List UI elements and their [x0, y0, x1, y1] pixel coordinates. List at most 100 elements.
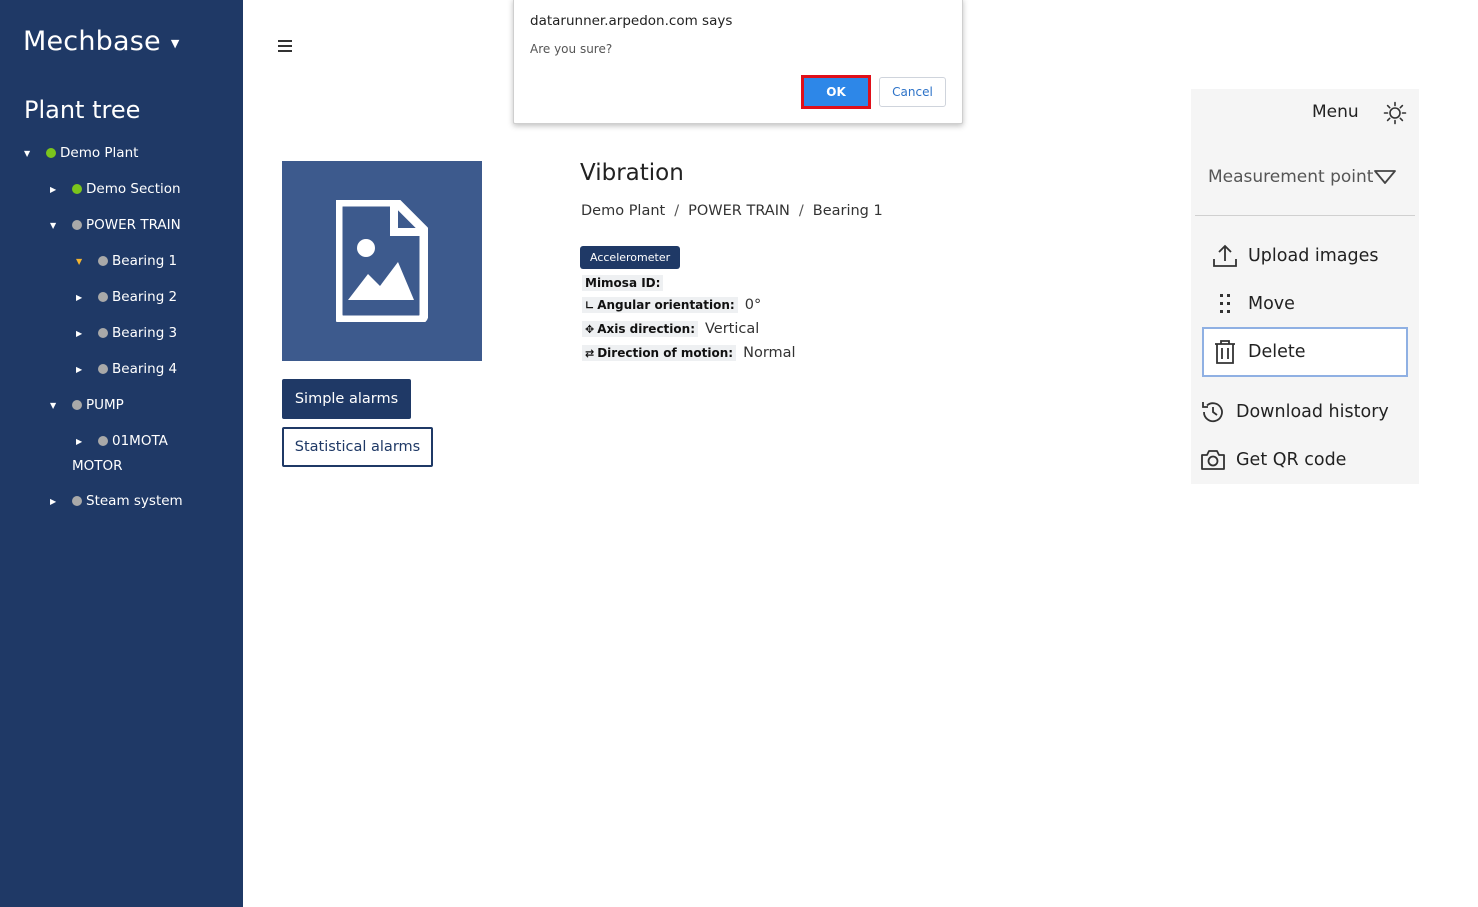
- tree-node-label: Steam system: [86, 493, 183, 509]
- prop-axis-direction: ✥ Axis direction: Vertical: [582, 321, 759, 337]
- brand-dropdown[interactable]: Mechbase ▼: [23, 26, 180, 57]
- hamburger-menu-icon[interactable]: [278, 40, 292, 52]
- caret-down-icon[interactable]: ▼: [24, 149, 38, 158]
- tree-node-bearing-4[interactable]: ▶ Bearing 4: [76, 361, 177, 377]
- menu-item-label: Get QR code: [1236, 450, 1347, 470]
- camera-icon: [1200, 447, 1226, 473]
- tree-node-pump[interactable]: ▼ PUMP: [50, 397, 124, 413]
- caret-right-icon[interactable]: ▶: [50, 185, 64, 194]
- angle-icon: ∟: [585, 298, 595, 312]
- tree-node-01mota[interactable]: ▶ 01MOTA: [76, 433, 168, 449]
- tree-title: Plant tree: [24, 96, 141, 124]
- tree-node-bearing-3[interactable]: ▶ Bearing 3: [76, 325, 177, 341]
- measurement-point-dropdown[interactable]: Measurement point: [1208, 167, 1397, 187]
- tree-node-label: Bearing 2: [112, 289, 178, 305]
- confirm-dialog: datarunner.arpedon.com says Are you sure…: [513, 0, 963, 124]
- tree-node-label: Bearing 4: [112, 361, 178, 377]
- prop-direction-of-motion: ⇄ Direction of motion: Normal: [582, 345, 796, 361]
- tree-node-demo-section[interactable]: ▶ Demo Section: [50, 181, 181, 197]
- arrows-cross-icon: ✥: [585, 322, 595, 336]
- statistical-alarms-button[interactable]: Statistical alarms: [282, 427, 433, 467]
- dropdown-label: Measurement point: [1208, 167, 1374, 187]
- status-dot-icon: [98, 436, 108, 446]
- simple-alarms-button[interactable]: Simple alarms: [282, 379, 411, 419]
- sensor-type-badge: Accelerometer: [580, 246, 681, 269]
- triangle-down-icon: [1374, 170, 1397, 184]
- prop-key: ⇄ Direction of motion:: [582, 345, 737, 361]
- caret-down-icon[interactable]: ▼: [50, 401, 64, 410]
- trash-icon: [1212, 339, 1238, 365]
- status-dot-icon: [72, 220, 82, 230]
- image-file-icon: [336, 200, 428, 322]
- tree-node-motor[interactable]: MOTOR: [72, 458, 123, 474]
- breadcrumb: Demo Plant / POWER TRAIN / Bearing 1: [581, 203, 883, 219]
- menu-item-label: Download history: [1236, 402, 1389, 422]
- side-menu-panel: Menu Measurement point Upload images Mov…: [1191, 89, 1419, 484]
- upload-images-item[interactable]: Upload images: [1212, 243, 1379, 269]
- breadcrumb-item[interactable]: Bearing 1: [813, 203, 883, 219]
- caret-right-icon[interactable]: ▶: [76, 293, 90, 302]
- move-item[interactable]: Move: [1212, 291, 1295, 317]
- get-qr-code-item[interactable]: Get QR code: [1200, 447, 1346, 473]
- menu-item-label: Upload images: [1248, 246, 1379, 266]
- upload-icon: [1212, 243, 1238, 269]
- tree-node-label: Demo Plant: [60, 145, 139, 161]
- sun-icon[interactable]: [1383, 101, 1407, 125]
- tree-node-label: PUMP: [86, 397, 124, 413]
- tree-node-bearing-1[interactable]: ▼ Bearing 1: [76, 253, 177, 269]
- tree-node-demo-plant[interactable]: ▼ Demo Plant: [24, 145, 138, 161]
- sidebar: Mechbase ▼ Plant tree ▼ Demo Plant ▶ Dem…: [0, 0, 243, 907]
- caret-right-icon[interactable]: ▶: [76, 365, 90, 374]
- tree-node-label: Bearing 1: [112, 253, 178, 269]
- menu-item-label: Delete: [1248, 342, 1306, 362]
- breadcrumb-item[interactable]: Demo Plant: [581, 203, 665, 219]
- tree-node-power-train[interactable]: ▼ POWER TRAIN: [50, 217, 181, 233]
- divider: [1195, 215, 1415, 216]
- prop-value: Normal: [743, 345, 796, 361]
- caret-right-icon[interactable]: ▶: [50, 497, 64, 506]
- cancel-button[interactable]: Cancel: [879, 77, 946, 107]
- caret-right-icon[interactable]: ▶: [76, 329, 90, 338]
- tree-node-label: 01MOTA: [112, 433, 168, 449]
- chevron-down-icon: ▼: [170, 37, 180, 50]
- prop-mimosa-id: Mimosa ID:: [582, 275, 670, 291]
- page-title: Vibration: [580, 160, 684, 186]
- dialog-title: datarunner.arpedon.com says: [530, 13, 733, 29]
- breadcrumb-item[interactable]: POWER TRAIN: [688, 203, 790, 219]
- status-dot-icon: [72, 496, 82, 506]
- delete-item[interactable]: Delete: [1202, 327, 1408, 377]
- caret-down-icon[interactable]: ▼: [50, 221, 64, 230]
- status-dot-icon: [98, 328, 108, 338]
- delete-item-content[interactable]: Delete: [1212, 339, 1306, 365]
- status-dot-icon: [98, 364, 108, 374]
- breadcrumb-separator: /: [798, 203, 804, 219]
- tree-node-label: POWER TRAIN: [86, 217, 181, 233]
- menu-title: Menu: [1312, 102, 1359, 122]
- prop-key: ∟ Angular orientation:: [582, 297, 738, 313]
- status-dot-icon: [46, 148, 56, 158]
- menu-item-label: Move: [1248, 294, 1295, 314]
- breadcrumb-separator: /: [674, 203, 680, 219]
- caret-down-icon[interactable]: ▼: [76, 257, 90, 266]
- drag-icon: [1212, 291, 1238, 317]
- status-dot-icon: [98, 292, 108, 302]
- tree-node-label: MOTOR: [72, 458, 123, 474]
- prop-key: ✥ Axis direction:: [582, 321, 698, 337]
- dialog-message: Are you sure?: [530, 42, 613, 56]
- tree-node-label: Bearing 3: [112, 325, 178, 341]
- tree-node-label: Demo Section: [86, 181, 181, 197]
- caret-right-icon[interactable]: ▶: [76, 437, 90, 446]
- prop-key: Mimosa ID:: [582, 275, 664, 291]
- status-dot-icon: [72, 400, 82, 410]
- image-placeholder: [282, 161, 482, 361]
- tree-node-steam-system[interactable]: ▶ Steam system: [50, 493, 183, 509]
- prop-value: Vertical: [705, 321, 760, 337]
- ok-button[interactable]: OK: [801, 75, 871, 109]
- status-dot-icon: [72, 184, 82, 194]
- tree-node-bearing-2[interactable]: ▶ Bearing 2: [76, 289, 177, 305]
- brand-name: Mechbase: [23, 26, 161, 57]
- exchange-icon: ⇄: [585, 346, 595, 360]
- history-icon: [1200, 399, 1226, 425]
- prop-value: 0°: [744, 297, 762, 313]
- download-history-item[interactable]: Download history: [1200, 399, 1389, 425]
